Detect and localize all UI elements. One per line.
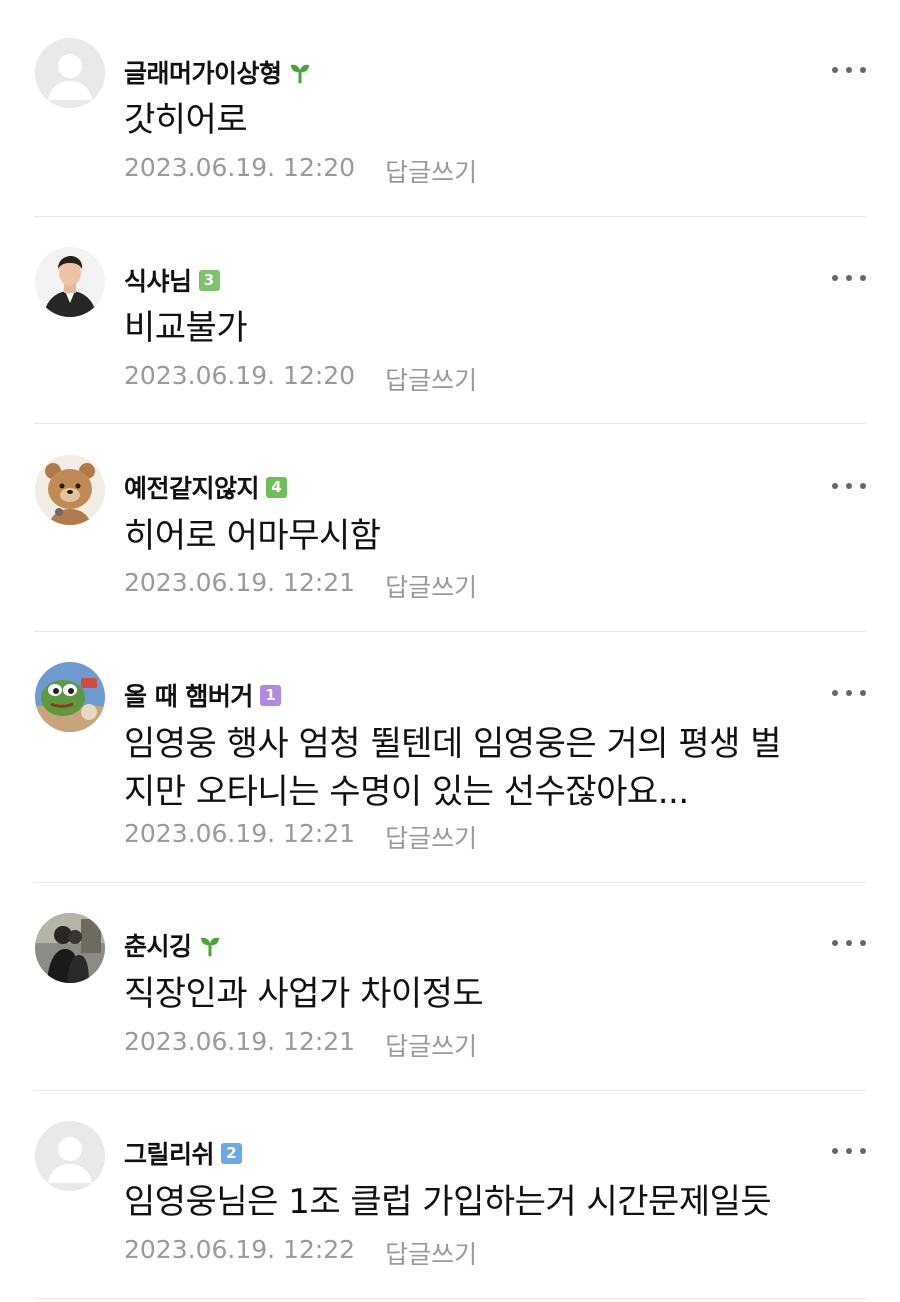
divider [34,423,866,424]
frog-meme-icon [35,662,105,732]
nickname-row: 예전같지않지 4 [124,469,288,505]
level-badge: 3 [198,269,220,291]
comment-text: 히어로 어마무시함 [124,516,381,556]
sprout-icon [290,64,309,84]
comment-date: 2023.06.19. 12:20 [124,361,356,390]
more-options-icon[interactable] [832,476,866,496]
reply-button[interactable]: 답글쓰기 [385,819,477,855]
nickname-row: 춘시깅 [124,928,222,962]
comment-date: 2023.06.19. 12:21 [124,568,356,597]
avatar[interactable] [35,38,105,108]
couple-photo-icon [35,913,105,983]
nickname[interactable]: 글래머가이상형 [124,54,282,90]
reply-button[interactable]: 답글쓰기 [385,1235,477,1271]
avatar[interactable] [35,662,105,732]
divider [34,882,866,883]
comment-text: 갓히어로 [124,100,248,140]
man-in-suit-photo-icon [35,247,105,317]
level-badge: 4 [266,476,288,498]
avatar[interactable] [35,913,105,983]
sprout-icon [200,937,219,957]
level-badge: 2 [221,1142,243,1164]
comment-meta: 2023.06.19. 12:22 답글쓰기 [124,1235,477,1271]
divider [34,1298,866,1299]
nickname-row: 식샤님 3 [124,263,220,297]
level-badge: 1 [259,684,281,706]
comment-date: 2023.06.19. 12:21 [124,819,356,848]
more-options-icon[interactable] [832,268,866,288]
avatar[interactable] [35,1121,105,1191]
divider [34,1090,866,1091]
comment-text: 임영웅님은 1조 클럽 가입하는거 시간문제일듯 [124,1182,772,1222]
nickname[interactable]: 예전같지않지 [124,469,260,505]
nickname[interactable]: 올 때 햄버거 [124,677,253,713]
avatar[interactable] [35,455,105,525]
reply-button[interactable]: 답글쓰기 [385,153,477,189]
more-options-icon[interactable] [832,683,866,703]
comment-meta: 2023.06.19. 12:21 답글쓰기 [124,568,477,604]
nickname[interactable]: 그릴리쉬 [124,1135,215,1171]
comment-meta: 2023.06.19. 12:21 답글쓰기 [124,1027,477,1063]
reply-button[interactable]: 답글쓰기 [385,568,477,604]
comment-date: 2023.06.19. 12:22 [124,1235,356,1264]
nickname-row: 올 때 햄버거 1 [124,678,281,712]
comment-text: 직장인과 사업가 차이정도 [124,974,484,1014]
reply-button[interactable]: 답글쓰기 [385,1027,477,1063]
comment-text-line: 지만 오타니는 수명이 있는 선수잖아요... [124,772,689,812]
avatar[interactable] [35,247,105,317]
nickname[interactable]: 춘시깅 [124,927,192,963]
comment-meta: 2023.06.19. 12:21 답글쓰기 [124,819,477,855]
reply-button[interactable]: 답글쓰기 [385,361,477,397]
more-options-icon[interactable] [832,1141,866,1161]
nickname[interactable]: 식샤님 [124,262,192,298]
comment-text: 비교불가 [124,308,248,348]
divider [34,216,866,217]
comment-meta: 2023.06.19. 12:20 답글쓰기 [124,153,477,189]
divider [34,631,866,632]
more-options-icon[interactable] [832,60,866,80]
default-profile-icon [35,1121,105,1191]
comment-text-line: 임영웅 행사 엄청 뛸텐데 임영웅은 거의 평생 벌 [124,724,781,764]
comment-text: 임영웅 행사 엄청 뛸텐데 임영웅은 거의 평생 벌 지만 오타니는 수명이 있… [124,720,781,816]
nickname-row: 글래머가이상형 [124,55,312,89]
comment-date: 2023.06.19. 12:20 [124,153,356,182]
comment-meta: 2023.06.19. 12:20 답글쓰기 [124,361,477,397]
nickname-row: 그릴리쉬 2 [124,1135,243,1171]
default-profile-icon [35,38,105,108]
brown-bear-character-icon [35,455,105,525]
comment-date: 2023.06.19. 12:21 [124,1027,356,1056]
more-options-icon[interactable] [832,933,866,953]
